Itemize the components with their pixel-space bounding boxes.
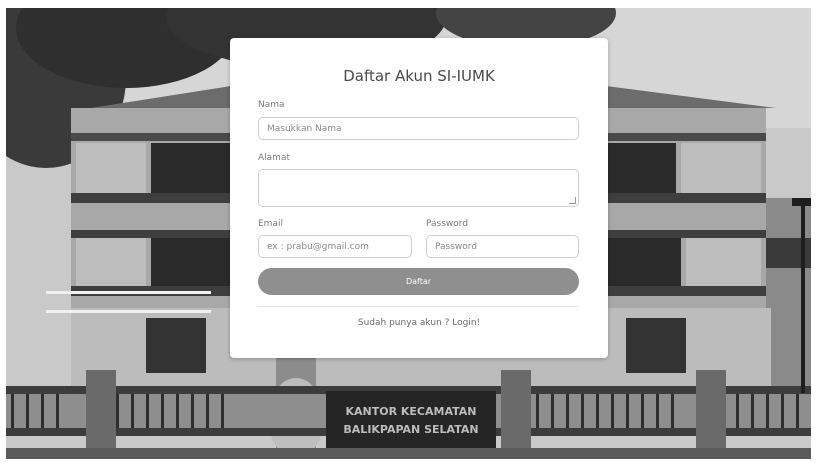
resize-grip-icon[interactable] <box>569 197 576 204</box>
divider <box>258 306 579 307</box>
password-label: Password <box>426 219 469 229</box>
alamat-label: Alamat <box>258 153 290 163</box>
email-label: Email <box>258 219 283 229</box>
nama-input[interactable] <box>258 117 579 140</box>
sign-line-2: BALIKPAPAN SELATAN <box>343 423 478 436</box>
login-link[interactable]: Sudah punya akun ? Login! <box>230 318 608 328</box>
alamat-wrapper <box>258 169 579 207</box>
alamat-textarea[interactable] <box>258 169 579 207</box>
register-card: Daftar Akun SI-IUMK Nama Alamat Email Pa… <box>230 38 608 358</box>
nama-label: Nama <box>258 100 285 110</box>
daftar-button[interactable]: Daftar <box>258 268 579 295</box>
email-input[interactable] <box>258 235 412 258</box>
page-title: Daftar Akun SI-IUMK <box>343 67 495 85</box>
screen: KANTOR KECAMATAN BALIKPAPAN SELATAN Daft… <box>0 0 817 463</box>
sign-line-1: KANTOR KECAMATAN <box>346 405 477 418</box>
password-input[interactable] <box>426 235 579 258</box>
